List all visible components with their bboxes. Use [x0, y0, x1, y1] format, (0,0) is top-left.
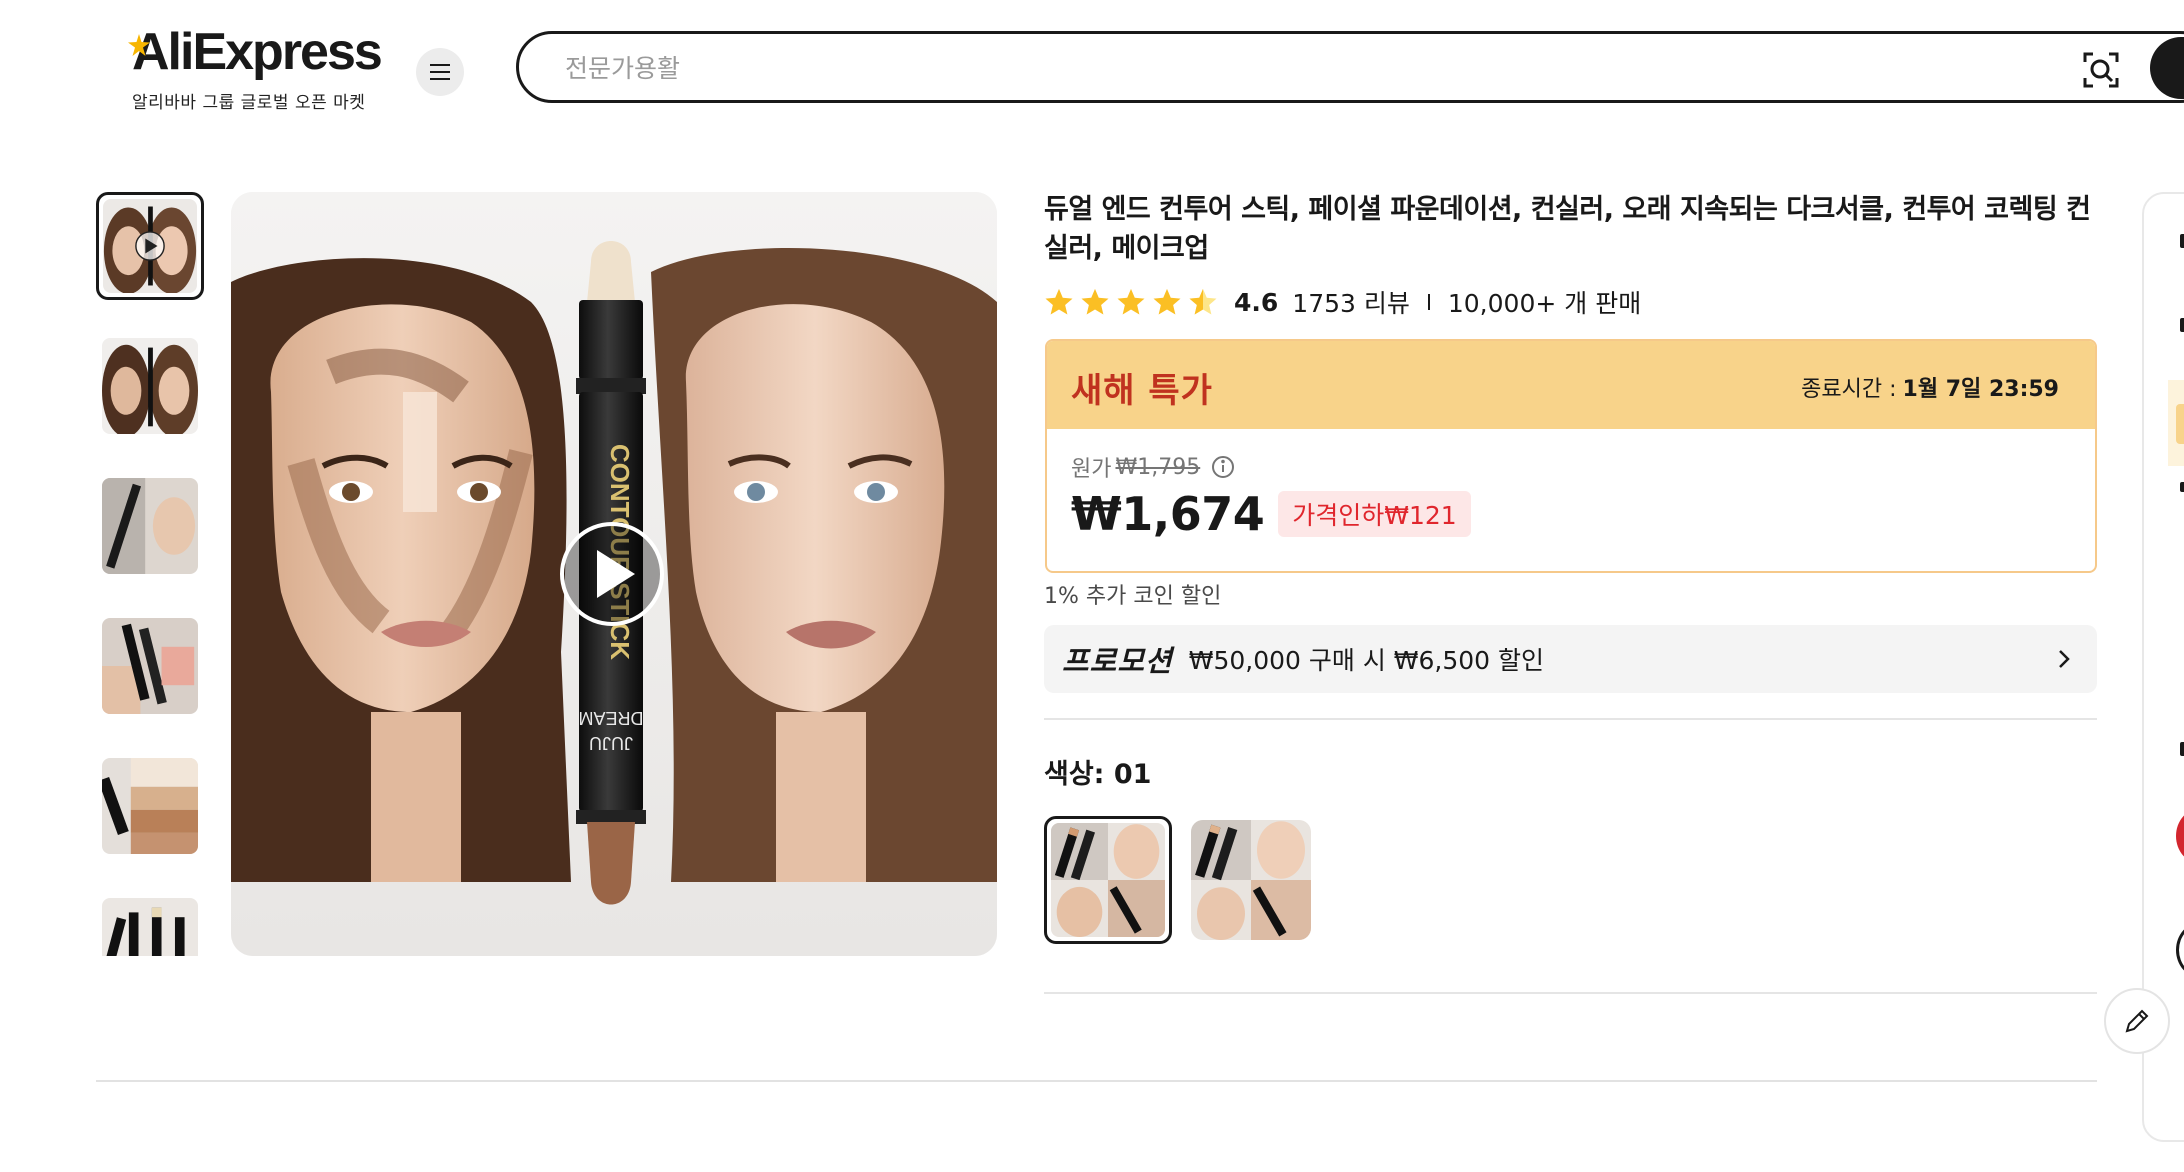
play-icon[interactable] [560, 522, 664, 626]
discount-badge: 가격인하₩121 [1278, 491, 1471, 537]
original-price-row: 원가 ₩1,795 [1071, 451, 1236, 483]
deal-title: 새해 특가 [1071, 371, 1213, 411]
thumbnail-image [102, 898, 198, 956]
thumbnail-product-lineup[interactable] [96, 892, 204, 956]
thumbnail-shade-swatches[interactable] [96, 752, 204, 860]
rating-value: 4.6 [1234, 287, 1279, 317]
search-bar [516, 31, 2184, 103]
star-icon [1117, 288, 1145, 315]
side-panel-text-fragment [2180, 318, 2184, 332]
feedback-button[interactable] [2104, 988, 2170, 1054]
logo-wordmark: AliExpress [132, 23, 383, 81]
logo-tagline: 알리바바 그룹 글로벌 오픈 마켓 [132, 93, 366, 113]
color-option-image [1191, 820, 1311, 940]
stick-text-brand: DREAM [578, 708, 643, 728]
new-year-deal-box: 새해 특가 종료시간 :1월 7일 23:59 원가 ₩1,795 ₩1,674… [1045, 339, 2097, 573]
logo-star-icon [128, 34, 150, 56]
thumbnail-image [103, 199, 197, 293]
info-icon[interactable] [1210, 454, 1236, 480]
thumbnail-image [102, 618, 198, 714]
promotion-text: ₩50,000 구매 시 ₩6,500 할인 [1188, 646, 1545, 675]
header: AliExpress 알리바바 그룹 글로벌 오픈 마켓 [0, 0, 2184, 150]
half-star-icon [1189, 288, 1217, 315]
thumbnail-image [102, 478, 198, 574]
deal-end-label: 종료시간 : [1801, 377, 1897, 402]
original-price: ₩1,795 [1115, 454, 1201, 480]
rating-row: 4.6 1753 리뷰 10,000+ 개 판매 [1044, 284, 1641, 320]
coin-discount-text: 1% 추가 코인 할인 [1044, 584, 1222, 609]
divider [1044, 718, 2097, 720]
thumbnail-image [102, 338, 198, 434]
color-label: 색상: 01 [1044, 759, 1152, 790]
hamburger-menu-icon [430, 64, 450, 80]
side-panel-text-fragment [2180, 482, 2184, 492]
color-option-01[interactable] [1044, 816, 1172, 944]
aliexpress-logo[interactable]: AliExpress 알리바바 그룹 글로벌 오픈 마켓 [128, 23, 383, 113]
main-product-image[interactable]: CONTOUR STICK DREAM JUJU [231, 192, 997, 956]
star-icon [1153, 288, 1181, 315]
image-search-icon [2083, 52, 2119, 88]
thumbnail-stick-closeup[interactable] [96, 472, 204, 580]
divider [1044, 992, 2097, 994]
side-panel-text-fragment [2180, 234, 2184, 248]
side-panel-highlight-badge [2176, 404, 2184, 444]
thumbnail-hand-swatch[interactable] [96, 612, 204, 720]
side-panel-text-fragment [2180, 742, 2184, 756]
original-price-label: 원가 [1071, 457, 1112, 482]
stick-text-brand2: JUJU [589, 733, 633, 753]
promotion-badge: 프로모션 [1062, 644, 1173, 678]
thumbnail-image [102, 758, 198, 854]
deal-end-value: 1월 7일 23:59 [1902, 377, 2059, 402]
image-search-button[interactable] [2079, 48, 2123, 92]
deal-end-time: 종료시간 :1월 7일 23:59 [1801, 371, 2059, 403]
price-row: ₩1,674 가격인하₩121 [1071, 487, 1471, 541]
product-title: 듀얼 엔드 컨투어 스틱, 페이셜 파운데이션, 컨실러, 오래 지속되는 다크… [1044, 194, 2091, 264]
star-icon [1045, 288, 1073, 315]
star-icon [1081, 288, 1109, 315]
review-count-link[interactable]: 1753 리뷰 [1292, 284, 1410, 320]
deal-header: 새해 특가 종료시간 :1월 7일 23:59 [1047, 341, 2095, 429]
separator [1427, 294, 1430, 310]
search-input[interactable] [565, 50, 1965, 86]
chevron-right-icon [2059, 650, 2070, 668]
color-option-image [1051, 823, 1165, 937]
thumbnail-video[interactable] [96, 192, 204, 300]
thumbnail-list [96, 192, 204, 956]
thumbnail-front-faces[interactable] [96, 332, 204, 440]
current-price: ₩1,674 [1071, 487, 1265, 541]
main-image-illustration: CONTOUR STICK DREAM JUJU [231, 192, 997, 956]
star-rating[interactable] [1044, 287, 1218, 317]
section-divider [96, 1080, 2097, 1082]
promotion-bar[interactable]: 프로모션 ₩50,000 구매 시 ₩6,500 할인 [1044, 625, 2097, 693]
color-option-02[interactable] [1191, 820, 1311, 940]
sold-count: 10,000+ 개 판매 [1447, 289, 1642, 318]
hamburger-menu-button[interactable] [416, 48, 464, 96]
pencil-icon [2125, 1009, 2149, 1033]
